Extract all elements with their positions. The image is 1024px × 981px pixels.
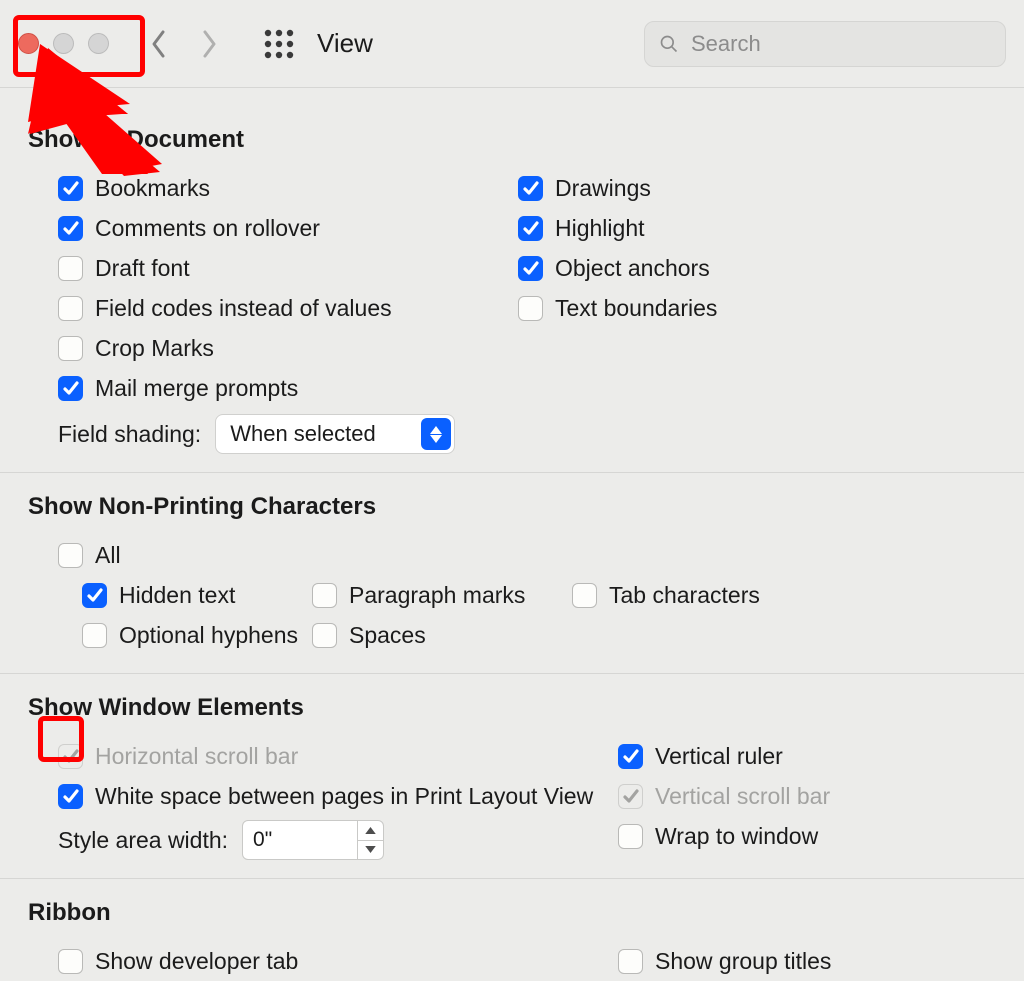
checkbox-developer-tab[interactable] [58, 949, 83, 974]
checkbox-group-titles[interactable] [618, 949, 643, 974]
label-draft-font: Draft font [95, 255, 190, 282]
checkbox-spaces[interactable] [312, 623, 337, 648]
field-shading-select[interactable]: When selected [215, 414, 455, 454]
label-all: All [95, 542, 121, 569]
checkbox-horizontal-scroll [58, 744, 83, 769]
label-highlight: Highlight [555, 215, 645, 242]
label-bookmarks: Bookmarks [95, 175, 210, 202]
label-optional-hyphens: Optional hyphens [119, 622, 298, 649]
close-window-button[interactable] [18, 33, 39, 54]
window-controls [18, 33, 109, 54]
checkbox-crop-marks[interactable] [58, 336, 83, 361]
field-shading-value: When selected [230, 421, 376, 447]
divider [0, 673, 1024, 674]
label-mail-merge: Mail merge prompts [95, 375, 298, 402]
label-hidden-text: Hidden text [119, 582, 235, 609]
label-vertical-ruler: Vertical ruler [655, 743, 783, 770]
checkbox-optional-hyphens[interactable] [82, 623, 107, 648]
search-icon [659, 33, 679, 55]
label-field-codes: Field codes instead of values [95, 295, 392, 322]
label-spaces: Spaces [349, 622, 426, 649]
checkbox-vertical-scroll [618, 784, 643, 809]
label-drawings: Drawings [555, 175, 651, 202]
label-text-boundaries: Text boundaries [555, 295, 717, 322]
label-crop-marks: Crop Marks [95, 335, 214, 362]
search-field[interactable] [644, 21, 1006, 67]
label-white-space: White space between pages in Print Layou… [95, 783, 593, 810]
style-area-width-input[interactable]: 0" [242, 820, 358, 860]
chevron-updown-icon [421, 418, 451, 450]
page-title: View [317, 28, 373, 59]
label-developer-tab: Show developer tab [95, 948, 298, 975]
divider [0, 878, 1024, 879]
label-horizontal-scroll: Horizontal scroll bar [95, 743, 298, 770]
checkbox-object-anchors[interactable] [518, 256, 543, 281]
checkbox-vertical-ruler[interactable] [618, 744, 643, 769]
section-window-elements-title: Show Window Elements [28, 694, 996, 722]
checkbox-paragraph-marks[interactable] [312, 583, 337, 608]
label-vertical-scroll: Vertical scroll bar [655, 783, 830, 810]
checkbox-bookmarks[interactable] [58, 176, 83, 201]
checkbox-mail-merge[interactable] [58, 376, 83, 401]
label-tab-characters: Tab characters [609, 582, 760, 609]
style-area-width-stepper[interactable] [358, 820, 384, 860]
checkbox-all[interactable] [58, 543, 83, 568]
zoom-window-button[interactable] [88, 33, 109, 54]
section-show-in-document-title: Show in Document [28, 126, 996, 154]
label-paragraph-marks: Paragraph marks [349, 582, 525, 609]
label-object-anchors: Object anchors [555, 255, 710, 282]
show-all-icon[interactable] [259, 24, 299, 64]
checkbox-drawings[interactable] [518, 176, 543, 201]
checkbox-highlight[interactable] [518, 216, 543, 241]
field-shading-label: Field shading: [58, 421, 201, 448]
checkbox-comments-rollover[interactable] [58, 216, 83, 241]
minimize-window-button[interactable] [53, 33, 74, 54]
search-input[interactable] [689, 30, 991, 58]
checkbox-field-codes[interactable] [58, 296, 83, 321]
checkbox-wrap[interactable] [618, 824, 643, 849]
toolbar: View [0, 0, 1024, 88]
checkbox-hidden-text[interactable] [82, 583, 107, 608]
style-area-width-value: 0" [253, 828, 272, 852]
label-comments-rollover: Comments on rollover [95, 215, 320, 242]
style-area-width-label: Style area width: [58, 827, 228, 854]
label-group-titles: Show group titles [655, 948, 831, 975]
back-button[interactable] [149, 28, 169, 60]
divider [0, 472, 1024, 473]
label-wrap: Wrap to window [655, 823, 818, 850]
checkbox-draft-font[interactable] [58, 256, 83, 281]
stepper-up-icon[interactable] [358, 821, 383, 841]
stepper-down-icon[interactable] [358, 841, 383, 860]
section-ribbon-title: Ribbon [28, 899, 996, 927]
section-nonprinting-title: Show Non-Printing Characters [28, 493, 996, 521]
checkbox-tab-characters[interactable] [572, 583, 597, 608]
checkbox-text-boundaries[interactable] [518, 296, 543, 321]
checkbox-white-space[interactable] [58, 784, 83, 809]
forward-button[interactable] [199, 28, 219, 60]
